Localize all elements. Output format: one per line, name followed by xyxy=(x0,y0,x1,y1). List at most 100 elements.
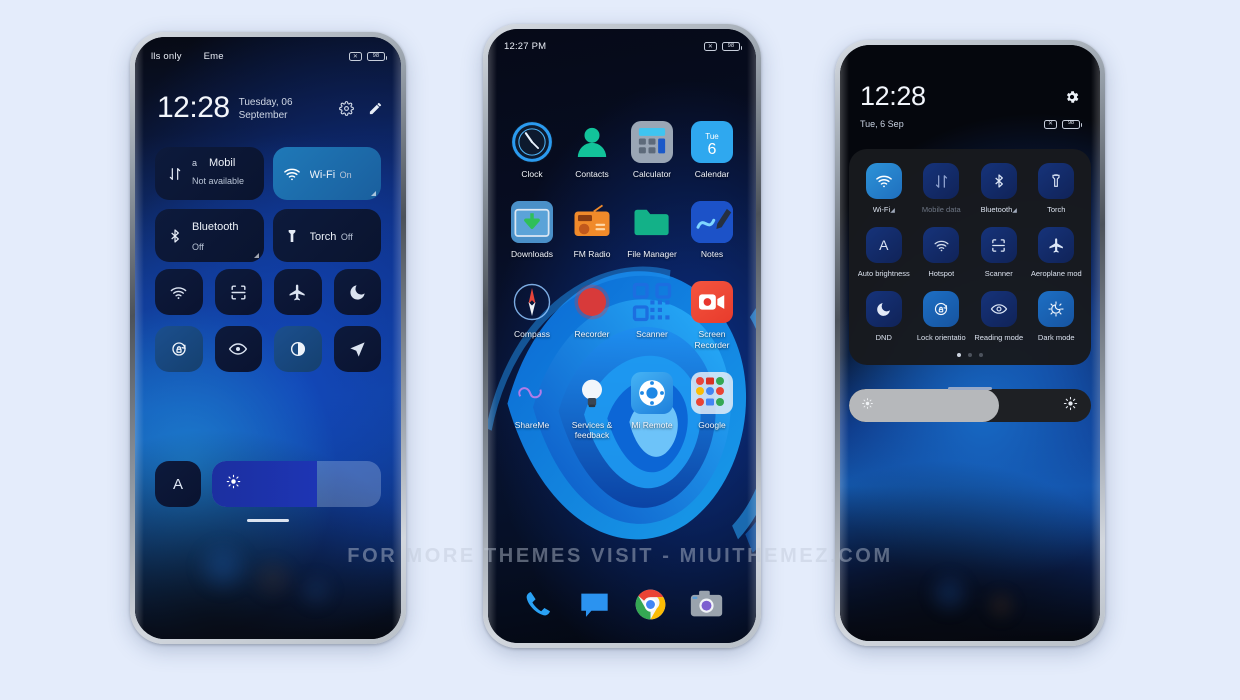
app-services-feedback[interactable]: Services & feedback xyxy=(562,372,622,440)
calendar-day-number: 6 xyxy=(707,140,717,158)
app-calendar[interactable]: Tue 6 Calendar xyxy=(682,121,742,179)
scanner-icon xyxy=(980,227,1017,263)
hotspot-icon xyxy=(923,227,960,263)
compass-icon xyxy=(511,281,553,323)
tile-mobile-data[interactable]: a Mobil Not available xyxy=(155,147,264,200)
qs-hotspot[interactable]: Hotspot xyxy=(913,227,971,278)
qs-dnd[interactable]: DND xyxy=(855,291,913,342)
app-label: Services & feedback xyxy=(571,419,613,440)
auto-brightness-button[interactable]: A xyxy=(155,461,201,507)
qs-label: Auto brightness xyxy=(857,269,910,278)
app-mi-remote[interactable]: Mi Remote xyxy=(622,371,682,440)
page-dot[interactable] xyxy=(957,353,961,357)
chevron-expand-icon[interactable]: ◢ xyxy=(1012,208,1017,214)
app-label: Screen Recorder xyxy=(694,329,730,350)
home-indicator[interactable] xyxy=(247,519,289,522)
qs-torch[interactable]: Torch xyxy=(1028,163,1086,214)
app-notes[interactable]: Notes xyxy=(682,201,742,259)
shade-time: 12:28 xyxy=(860,81,926,111)
battery-level: 98 xyxy=(372,52,380,59)
qs-aeroplane-mode[interactable]: Aeroplane mod xyxy=(1028,227,1086,278)
tile-hotspot[interactable] xyxy=(155,269,203,315)
app-clock[interactable]: Clock xyxy=(502,121,562,179)
tile-dnd[interactable] xyxy=(333,269,381,315)
brightness-icon xyxy=(1063,396,1078,416)
small-tiles-grid xyxy=(155,269,381,372)
tile-scanner[interactable] xyxy=(214,269,262,315)
app-calculator[interactable]: Calculator xyxy=(622,121,682,179)
tile-wifi[interactable]: Wi-Fi On xyxy=(272,147,381,200)
tile-mobile-sub: Not available xyxy=(192,176,245,187)
app-file-manager[interactable]: File Manager xyxy=(622,201,682,259)
shade-drag-handle[interactable] xyxy=(948,387,992,390)
aeroplane-icon xyxy=(289,284,305,300)
tile-torch[interactable]: Torch Off xyxy=(272,209,381,262)
app-scanner[interactable]: Scanner xyxy=(622,281,682,349)
brightness-slider[interactable] xyxy=(849,389,1091,422)
gear-icon[interactable] xyxy=(339,101,354,116)
qs-dark-mode[interactable]: Dark mode xyxy=(1028,291,1086,342)
remote-icon xyxy=(631,371,673,414)
app-fm-radio[interactable]: FM Radio xyxy=(562,201,622,259)
qs-label: Scanner xyxy=(984,269,1013,278)
app-contacts[interactable]: Contacts xyxy=(562,121,622,179)
tile-expand-corner-icon[interactable] xyxy=(253,253,259,258)
qs-lock-orientation[interactable]: Lock orientatio xyxy=(913,291,971,342)
brightness-slider[interactable] xyxy=(212,461,381,507)
camera-icon[interactable] xyxy=(687,585,725,623)
eye-icon xyxy=(229,343,248,355)
torch-icon xyxy=(1038,163,1075,199)
app-label: Calculator xyxy=(632,169,672,179)
tile-bluetooth[interactable]: Bluetooth Off xyxy=(155,209,264,262)
battery-icon: 98 xyxy=(1062,119,1082,129)
qs-label: Lock orientatio xyxy=(916,333,966,342)
torch-icon xyxy=(283,228,302,244)
lock-rotation-icon xyxy=(172,342,186,356)
page-dot[interactable] xyxy=(979,353,983,357)
tile-bluetooth-title: Bluetooth xyxy=(192,220,239,233)
qs-label: Bluetooth xyxy=(980,205,1013,214)
message-icon[interactable] xyxy=(575,585,613,623)
qs-scanner[interactable]: Scanner xyxy=(970,227,1028,278)
qs-bluetooth[interactable]: Bluetooth◢ xyxy=(970,163,1028,214)
qs-reading-mode[interactable]: Reading mode xyxy=(970,291,1028,342)
qs-wifi[interactable]: Wi-Fi◢ xyxy=(855,163,913,214)
battery-level: 98 xyxy=(727,42,735,49)
auto-brightness-icon: A xyxy=(865,227,902,263)
app-grid: Clock Contacts Calculator Tue 6 Calendar… xyxy=(502,121,742,440)
app-label: Notes xyxy=(700,249,724,260)
app-compass[interactable]: Compass xyxy=(502,281,562,349)
tile-location[interactable] xyxy=(333,326,381,372)
phone-device-middle: 12:27 PM ✕ 98 Clock Contacts Calculator … xyxy=(483,24,761,648)
gear-icon[interactable] xyxy=(1064,89,1080,110)
qr-scanner-icon xyxy=(631,281,673,323)
app-recorder[interactable]: Recorder xyxy=(562,281,622,349)
auto-brightness-icon xyxy=(861,397,874,415)
tile-aeroplane-mode[interactable] xyxy=(274,269,322,315)
battery-icon: 98 xyxy=(722,42,742,51)
qs-auto-brightness[interactable]: A Auto brightness xyxy=(855,227,913,278)
app-label: Mi Remote xyxy=(631,419,673,430)
pencil-icon[interactable] xyxy=(368,101,383,116)
control-center-header: 12:28 Tuesday, 06 September xyxy=(157,93,383,123)
tile-expand-corner-icon[interactable] xyxy=(371,191,376,196)
tile-reading-mode[interactable] xyxy=(214,326,262,372)
app-label: Scanner xyxy=(636,329,668,340)
tile-dark-mode[interactable] xyxy=(274,326,322,372)
downloads-icon xyxy=(511,201,553,244)
page-dot[interactable] xyxy=(968,353,972,357)
chevron-expand-icon[interactable]: ◢ xyxy=(890,208,895,214)
phone-device-right: 12:28 Tue, 6 Sep ✕ 98 Wi-Fi◢ Mobile data… xyxy=(835,40,1105,646)
phone-icon[interactable] xyxy=(519,585,557,623)
app-shareme[interactable]: ShareMe xyxy=(502,372,562,440)
contacts-icon xyxy=(571,121,613,163)
tile-lock-orientation[interactable] xyxy=(155,326,203,372)
app-downloads[interactable]: Downloads xyxy=(502,201,562,259)
app-google-folder[interactable]: Google xyxy=(682,371,742,440)
calculator-icon xyxy=(631,121,673,163)
folder-icon xyxy=(631,201,673,243)
tile-bluetooth-sub: Off xyxy=(192,241,204,252)
chrome-icon[interactable] xyxy=(631,585,669,623)
qs-mobile-data[interactable]: Mobile data xyxy=(913,163,971,214)
app-screen-recorder[interactable]: Screen Recorder xyxy=(682,281,742,350)
